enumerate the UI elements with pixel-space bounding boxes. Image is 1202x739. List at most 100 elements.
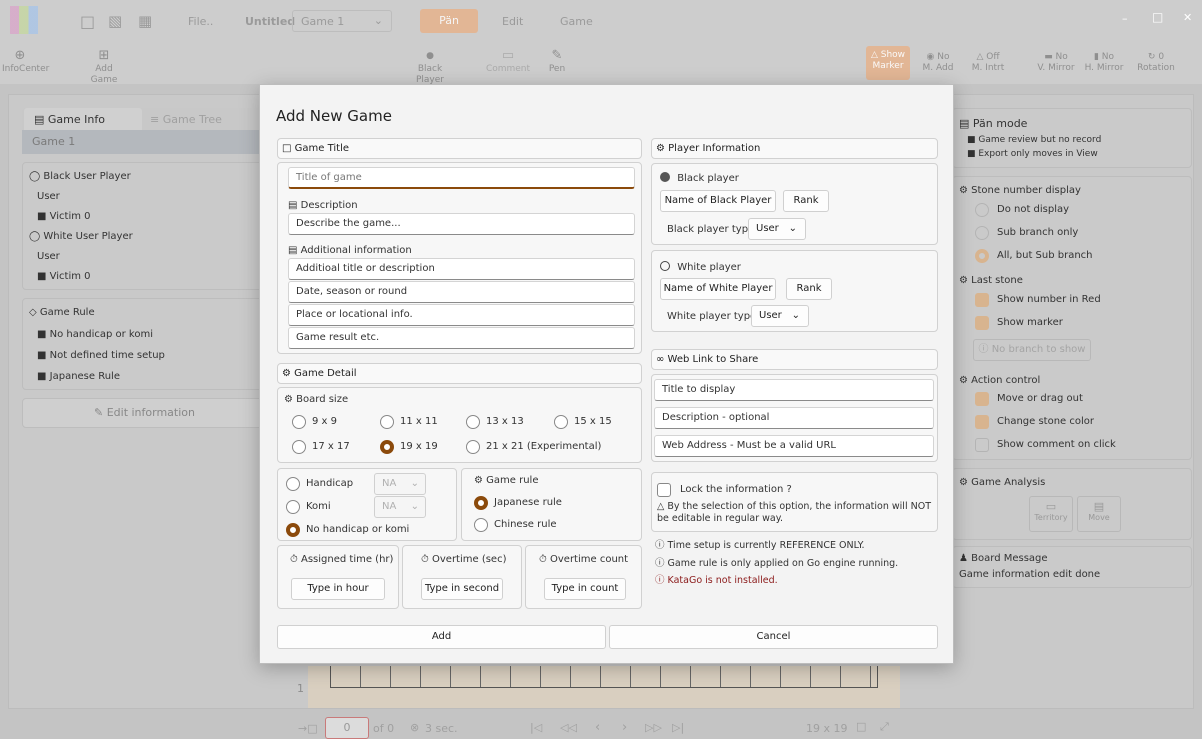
mode-item: ■ Export only moves in View	[967, 149, 1098, 159]
japanese-rule-radio[interactable]	[474, 496, 488, 510]
info-icon: ⓘ	[655, 558, 665, 569]
black-type-select[interactable]: User ⌄	[748, 218, 806, 240]
komi-select[interactable]: NA ⌄	[374, 496, 426, 518]
new-file-icon[interactable]: □	[80, 12, 95, 31]
white-user-player: ◯ White User Player	[29, 231, 133, 242]
mode-item-text: Export only moves in View	[978, 149, 1098, 159]
black-name-input[interactable]: Name of Black Player	[660, 190, 776, 212]
vertical-mirror-button[interactable]: ▬ No V. Mirror	[1034, 52, 1078, 74]
maximize-button[interactable]: □	[1152, 10, 1163, 24]
game-rule-title-text: Game Rule	[39, 307, 95, 318]
tab-edit[interactable]: Edit	[502, 15, 523, 28]
change-color-checkbox[interactable]	[975, 415, 989, 429]
minimize-button[interactable]: –	[1122, 12, 1128, 25]
description-icon: ▤	[288, 200, 298, 211]
add-game-button[interactable]: ⊞ Add Game	[84, 48, 124, 86]
black-player-label-text: Black player	[677, 173, 739, 184]
move-analysis-button[interactable]: ▤ Move	[1077, 496, 1121, 532]
stone-do-not-display-radio[interactable]	[975, 203, 989, 217]
stone-sub-branch-radio[interactable]	[975, 226, 989, 240]
game-select[interactable]: Game 1 ⌄	[292, 10, 392, 32]
cancel-button-label: Cancel	[756, 631, 791, 642]
handicap-radio[interactable]	[286, 477, 300, 491]
komi-radio[interactable]	[286, 500, 300, 514]
player-info-header: ⚙ Player Information	[651, 138, 938, 159]
comment-button[interactable]: ▭ Comment	[478, 48, 538, 75]
territory-button[interactable]: ▭ Territory	[1029, 496, 1073, 532]
board-size-box: ⚙ Board size 9 x 9 11 x 11 13 x 13 15 x …	[277, 387, 642, 463]
board-21-radio[interactable]	[466, 440, 480, 454]
mode-item: ■ Game review but no record	[967, 135, 1102, 145]
marker-add-button[interactable]: ◉ No M. Add	[918, 52, 958, 74]
date-round-input[interactable]: Date, season or round	[288, 281, 635, 303]
square-icon[interactable]: □	[856, 720, 866, 733]
board-15-radio[interactable]	[554, 415, 568, 429]
pen-icon: ✎	[551, 48, 563, 63]
board-11-radio[interactable]	[380, 415, 394, 429]
back-many-icon[interactable]: ◁◁	[560, 721, 577, 734]
rotation-button[interactable]: ↻ 0 Rotation	[1134, 52, 1178, 74]
black-player-button[interactable]: ● Black Player	[410, 48, 450, 86]
board-19-radio[interactable]	[380, 440, 394, 454]
white-type-select[interactable]: User ⌄	[751, 305, 809, 327]
count-input[interactable]: Type in count	[544, 578, 626, 600]
forward-many-icon[interactable]: ▷▷	[645, 721, 662, 734]
pan-mode-title: ▤ Pän mode	[959, 117, 1027, 130]
no-handicap-radio[interactable]	[286, 523, 300, 537]
description-input[interactable]: Describe the game...	[288, 213, 635, 235]
move-drag-checkbox[interactable]	[975, 392, 989, 406]
web-url-input[interactable]: Web Address - Must be a valid URL	[654, 435, 934, 457]
additional-title-input[interactable]: Additioal title or description	[288, 258, 635, 280]
white-name-input[interactable]: Name of White Player	[660, 278, 776, 300]
game-result-input[interactable]: Game result etc.	[288, 327, 635, 349]
black-rank-input[interactable]: Rank	[783, 190, 829, 212]
add-button[interactable]: Add	[277, 625, 606, 649]
marker-interrupt-button[interactable]: △ Off M. Intrt	[966, 52, 1010, 74]
jump-icon[interactable]: →□	[298, 722, 318, 735]
user-icon: ◯	[29, 171, 41, 182]
settings-icon: ⚙	[474, 475, 483, 486]
board-17-radio[interactable]	[292, 440, 306, 454]
second-input[interactable]: Type in second	[421, 578, 503, 600]
show-comment-checkbox[interactable]	[975, 438, 989, 452]
pen-button[interactable]: ✎ Pen	[540, 48, 574, 75]
infocenter-button[interactable]: ⊕ InfoCenter	[2, 48, 49, 75]
white-rank-input[interactable]: Rank	[786, 278, 832, 300]
hour-input[interactable]: Type in hour	[291, 578, 385, 600]
chinese-rule-radio[interactable]	[474, 518, 488, 532]
open-folder-icon[interactable]: ▧	[108, 12, 122, 30]
show-marker-button[interactable]: △ Show Marker	[866, 46, 910, 80]
forward-one-icon[interactable]: ›	[622, 720, 627, 735]
horizontal-mirror-button[interactable]: ▮ No H. Mirror	[1082, 52, 1126, 74]
tab-game-info[interactable]: ▤ Game Info	[24, 108, 142, 130]
tab-game-tree[interactable]: ≡ Game Tree	[148, 108, 258, 130]
board-message-title: ♟ Board Message	[959, 553, 1048, 564]
web-title-input[interactable]: Title to display	[654, 379, 934, 401]
description-icon: ▤	[288, 245, 298, 256]
board-9-radio[interactable]	[292, 415, 306, 429]
game-title-input[interactable]: Title of game	[288, 167, 635, 189]
first-move-icon[interactable]: |◁	[530, 721, 542, 734]
edit-information-button[interactable]: ✎ Edit information	[22, 398, 267, 428]
board-13-radio[interactable]	[466, 415, 480, 429]
last-move-icon[interactable]: ▷|	[672, 721, 684, 734]
place-input[interactable]: Place or locational info.	[288, 304, 635, 326]
show-marker-checkbox[interactable]	[975, 316, 989, 330]
board-message-card: ♟ Board Message Game information edit do…	[952, 546, 1192, 588]
tab-pan[interactable]: Pän	[420, 9, 478, 33]
rule-item: ■ Japanese Rule	[37, 371, 120, 382]
expand-icon[interactable]: ⤢	[880, 720, 889, 734]
show-number-red-checkbox[interactable]	[975, 293, 989, 307]
close-button[interactable]: ✕	[1183, 11, 1192, 24]
move-number-input[interactable]: 0	[325, 717, 369, 739]
file-menu[interactable]: File..	[188, 15, 213, 28]
save-icon[interactable]: ▦	[138, 12, 152, 30]
tab-game[interactable]: Game	[560, 15, 593, 28]
cancel-button[interactable]: Cancel	[609, 625, 938, 649]
back-one-icon[interactable]: ‹	[595, 720, 600, 735]
no-branch-button[interactable]: ⓘ No branch to show	[973, 339, 1091, 361]
web-description-input[interactable]: Description - optional	[654, 407, 934, 429]
lock-checkbox[interactable]	[657, 483, 671, 497]
stone-all-radio[interactable]	[975, 249, 989, 263]
handicap-select[interactable]: NA ⌄	[374, 473, 426, 495]
